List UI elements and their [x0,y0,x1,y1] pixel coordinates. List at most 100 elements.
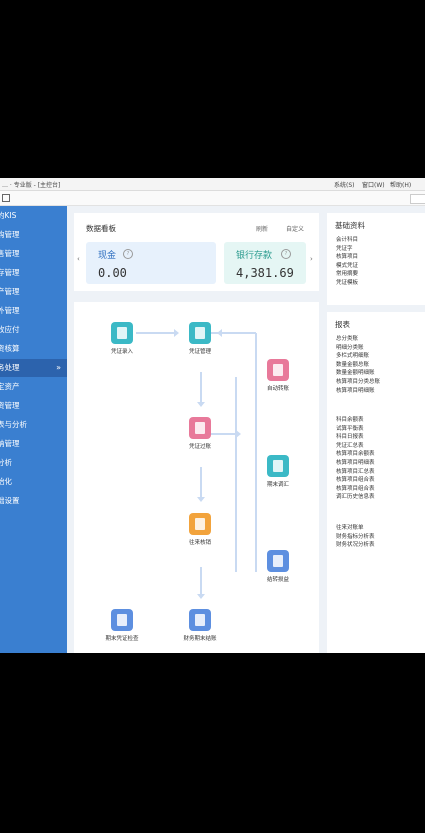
help-icon[interactable]: ? [281,249,291,259]
window-title: … · 专业版 - [主控台] [2,182,61,189]
home-icon[interactable] [2,194,10,202]
sidebar-item-label: 资管理 [0,401,20,410]
sidebar-item-reports[interactable]: 表与分析 [0,416,67,434]
sidebar: 的KIS 购管理 售管理 存管理 产管理 外管理 收应付 资核算 务处理 » 定资… [0,206,67,653]
bank-label: 银行存款 [236,251,273,261]
sidebar-item-label: 产管理 [0,287,20,296]
dashboard-title: 数据看板 [86,224,116,233]
reports-title: 报表 [335,320,350,329]
sidebar-item-tax[interactable]: 纳管理 [0,435,67,453]
report-link[interactable]: 核算项目明细账 [336,387,380,396]
node-label: 自动转账 [266,386,289,392]
sidebar-item-receivables[interactable]: 收应付 [0,321,67,339]
report-link[interactable]: 核算项目余额表 [336,450,375,459]
report-link[interactable]: 科目余额表 [336,416,375,425]
sidebar-item-label: 外管理 [0,306,20,315]
toolbar [0,191,425,206]
basic-info-item[interactable]: 常用摘要 [336,270,358,279]
pl-transfer-node[interactable]: 结转损益 [248,550,308,583]
voucher-entry-node[interactable]: 凭证录入 [92,322,152,355]
sidebar-item-basic-settings[interactable]: 础设置 [0,492,67,510]
period-end-check-node[interactable]: 期末凭证检查 [92,609,152,642]
basic-info-list: 会计科目 凭证字 核算项目 模式凭证 常用摘要 凭证模板 [336,236,358,288]
node-label: 期末凭证检查 [105,636,139,642]
menu-system[interactable]: 系统(S) [334,180,355,189]
profit-icon [267,550,289,572]
sidebar-item-label: 纳管理 [0,439,20,448]
help-icon[interactable]: ? [123,249,133,259]
sidebar-item-capital[interactable]: 资管理 [0,397,67,415]
dashboard-panel: 数据看板 刷新 自定义 ‹ › 现金 ? 0.00 银行存款 ? 4,381.6… [74,213,319,291]
menu-window[interactable]: 窗口(W) [362,180,385,189]
report-link[interactable]: 财务状况分析表 [336,541,375,550]
auto-transfer-node[interactable]: 自动转账 [248,359,308,392]
sidebar-item-production[interactable]: 产管理 [0,283,67,301]
basic-info-item[interactable]: 凭证字 [336,245,358,254]
report-link[interactable]: 明细分类账 [336,344,380,353]
report-link[interactable]: 往来对账单 [336,524,375,533]
voucher-post-node[interactable]: 凭证过账 [170,417,230,450]
refresh-button[interactable]: 刷新 [256,224,268,233]
basic-info-panel: 基础资料 会计科目 凭证字 核算项目 模式凭证 常用摘要 凭证模板 [327,213,425,305]
sidebar-item-payroll[interactable]: 资核算 [0,340,67,358]
sidebar-item-my-kis[interactable]: 的KIS [0,207,67,225]
sidebar-item-purchase[interactable]: 购管理 [0,226,67,244]
ledger-icon [189,417,211,439]
sidebar-item-label: 定资产 [0,382,20,391]
sidebar-item-accounting[interactable]: 务处理 » [0,359,67,377]
sidebar-item-label: 表与分析 [0,420,27,429]
bank-card[interactable]: 银行存款 ? 4,381.69 [224,242,306,284]
period-end-close-node[interactable]: 财务期末结账 [170,609,230,642]
basic-info-item[interactable]: 凭证模板 [336,279,358,288]
cash-value: 0.00 [98,266,127,280]
sidebar-item-inventory[interactable]: 存管理 [0,264,67,282]
basic-info-item[interactable]: 会计科目 [336,236,358,245]
cash-card[interactable]: 现金 ? 0.00 [86,242,216,284]
node-label: 凭证录入 [110,349,133,355]
report-link[interactable]: 试算平衡表 [336,425,375,434]
node-label: 结转损益 [266,577,289,583]
report-link[interactable]: 核算项目汇总表 [336,468,375,477]
period-end-fx-node[interactable]: 期末调汇 [248,455,308,488]
report-link[interactable]: 财务指标分析表 [336,533,375,542]
report-link[interactable]: 核算项目组合表 [336,485,375,494]
node-label: 往来核销 [188,540,211,546]
reconcile-node[interactable]: 往来核销 [170,513,230,546]
sidebar-item-label: 始化 [0,477,12,486]
report-link[interactable]: 核算项目分类总账 [336,378,380,387]
sidebar-item-initialize[interactable]: 始化 [0,473,67,491]
customize-button[interactable]: 自定义 [286,224,304,233]
chevron-right-icon: » [56,363,61,372]
reports-group-analysis: 往来对账单 财务指标分析表 财务状况分析表 [336,524,375,550]
menu-help[interactable]: 帮助(H) [390,180,411,189]
chevron-left-icon[interactable]: ‹ [77,255,80,263]
sidebar-item-label: 购管理 [0,230,20,239]
basic-info-item[interactable]: 核算项目 [336,253,358,262]
report-link[interactable]: 科目日报表 [336,433,375,442]
report-link[interactable]: 多栏式明细账 [336,352,380,361]
sidebar-item-analysis[interactable]: 分析 [0,454,67,472]
report-link[interactable]: 核算项目组合表 [336,476,375,485]
chevron-right-icon[interactable]: › [310,255,313,263]
sidebar-item-outsourcing[interactable]: 外管理 [0,302,67,320]
search-input[interactable] [410,194,425,204]
report-link[interactable]: 总分类账 [336,335,380,344]
report-link[interactable]: 数量金额明细账 [336,369,380,378]
report-link[interactable]: 凭证汇总表 [336,442,375,451]
report-link[interactable]: 调汇历史信息表 [336,493,375,502]
sidebar-item-sales[interactable]: 售管理 [0,245,67,263]
voucher-manage-node[interactable]: 凭证管理 [170,322,230,355]
sidebar-item-fixed-assets[interactable]: 定资产 [0,378,67,396]
reports-group-ledgers: 总分类账 明细分类账 多栏式明细账 数量金额总账 数量金额明细账 核算项目分类总… [336,335,380,395]
flow-panel: 凭证录入 凭证管理 凭证过账 自动转账 期末调汇 结转损益 往来核销 期末凭证检… [74,302,319,653]
exchange-icon [267,455,289,477]
basic-info-item[interactable]: 模式凭证 [336,262,358,271]
sidebar-item-label: 资核算 [0,344,20,353]
basic-info-title: 基础资料 [335,221,365,230]
report-link[interactable]: 核算项目明细表 [336,459,375,468]
lock-book-icon [189,609,211,631]
report-link[interactable]: 数量金额总账 [336,361,380,370]
transfer-icon [267,359,289,381]
sidebar-item-label: 务处理 [0,363,20,372]
book-icon [111,322,133,344]
